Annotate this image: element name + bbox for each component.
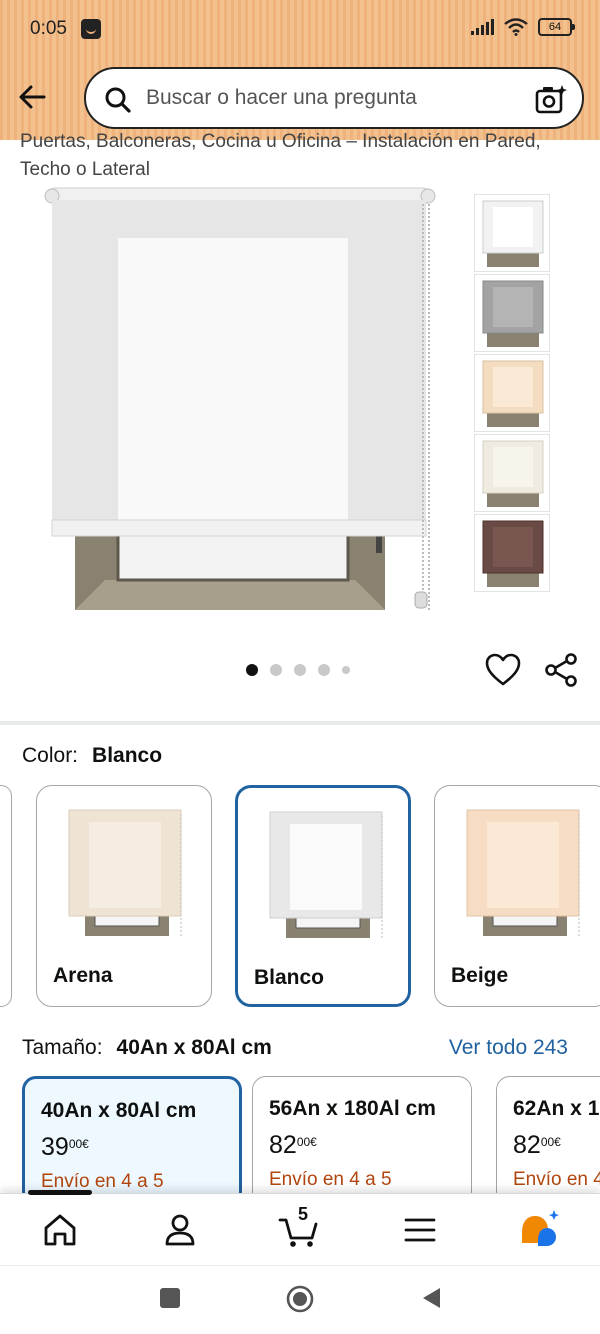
section-divider <box>0 721 600 725</box>
carousel-dot[interactable] <box>318 664 330 676</box>
heart-icon[interactable] <box>484 652 522 688</box>
product-main-image[interactable] <box>40 180 440 620</box>
size-option-title: 40An x 80Al cm <box>41 1099 197 1122</box>
color-selected-value: Blanco <box>92 744 163 767</box>
size-option-title: 56An x 180Al cm <box>269 1097 436 1120</box>
color-label: Color: <box>22 744 79 767</box>
back-system-icon[interactable] <box>420 1286 444 1310</box>
color-option-beige[interactable]: Beige <box>434 785 600 1007</box>
blind-image <box>466 809 580 938</box>
recent-apps-icon[interactable] <box>158 1286 182 1310</box>
back-arrow-icon[interactable] <box>14 78 52 116</box>
price-integer: 82 <box>513 1131 541 1159</box>
wifi-icon <box>504 18 528 36</box>
carousel-dot-active[interactable] <box>246 664 258 676</box>
size-option-title: 62An x 1 <box>513 1097 600 1120</box>
color-selector-label: Color: Blanco <box>22 744 162 768</box>
home-system-icon[interactable] <box>285 1284 315 1314</box>
color-option-blanco[interactable]: Blanco <box>235 785 411 1007</box>
price-decimal: 00 <box>296 1135 311 1149</box>
image-carousel-dots <box>246 664 350 676</box>
price-integer: 82 <box>269 1131 297 1159</box>
color-option-offscreen[interactable] <box>0 785 12 1007</box>
thumbnail-brown[interactable] <box>474 514 550 592</box>
search-placeholder: Buscar o hacer una pregunta <box>146 86 417 109</box>
rufus-ai-icon[interactable] <box>516 1206 564 1254</box>
cart-count: 5 <box>298 1204 309 1224</box>
account-icon[interactable] <box>156 1206 204 1254</box>
price-currency: € <box>310 1135 317 1149</box>
search-icon <box>105 87 131 113</box>
price-decimal: 00 <box>540 1135 555 1149</box>
color-option-label: Blanco <box>254 966 325 989</box>
size-option-card[interactable]: 40An x 80Al cm 3900€ Envío en 4 a 5 <box>22 1076 242 1206</box>
shipping-info: Envío en 4 <box>513 1169 600 1190</box>
size-label: Tamaño: <box>22 1036 103 1059</box>
size-option-price: 3900€ <box>41 1133 89 1162</box>
battery-icon: 64 <box>538 18 575 36</box>
blind-image <box>482 520 544 587</box>
thumbnail-cream[interactable] <box>474 434 550 512</box>
product-title: Puertas, Balconeras, Cocina u Oficina – … <box>20 131 541 180</box>
size-option-price: 8200€ <box>269 1131 317 1160</box>
camera-search-icon[interactable] <box>534 83 568 117</box>
price-currency: € <box>82 1137 89 1151</box>
app-header: 0:05 64 Buscar o hacer una pregunta <box>0 0 600 140</box>
blind-image <box>482 280 544 347</box>
signal-icon <box>471 19 494 35</box>
share-icon[interactable] <box>543 652 579 688</box>
size-option-card[interactable]: 56An x 180Al cm 8200€ Envío en 4 a 5 <box>252 1076 472 1206</box>
thumbnail-beige[interactable] <box>474 354 550 432</box>
price-currency: € <box>554 1135 561 1149</box>
nav-active-indicator <box>28 1190 92 1195</box>
size-option-price: 8200€ <box>513 1131 561 1160</box>
carousel-dot[interactable] <box>270 664 282 676</box>
see-all-sizes-link[interactable]: Ver todo 243 <box>449 1036 568 1060</box>
carousel-dot[interactable] <box>294 664 306 676</box>
price-integer: 39 <box>41 1133 69 1161</box>
blind-image <box>68 809 182 938</box>
home-icon[interactable] <box>36 1206 84 1254</box>
color-option-label: Beige <box>451 964 509 987</box>
blind-image <box>482 200 544 267</box>
cart-button[interactable]: 5 <box>276 1204 324 1254</box>
thumbnail-strip <box>474 194 552 594</box>
carousel-dot[interactable] <box>342 666 350 674</box>
thumbnail-white[interactable] <box>474 194 550 272</box>
blind-image <box>482 440 544 507</box>
shipping-info: Envío en 4 a 5 <box>269 1169 392 1190</box>
notification-app-icon <box>81 19 101 39</box>
system-navigation-bar <box>0 1265 600 1334</box>
size-selector-label: Tamaño: 40An x 80Al cm <box>22 1036 272 1060</box>
color-option-label: Arena <box>53 964 113 987</box>
status-time: 0:05 <box>30 18 67 39</box>
size-option-card[interactable]: 62An x 1 8200€ Envío en 4 <box>496 1076 600 1206</box>
price-decimal: 00 <box>68 1137 83 1151</box>
bottom-navigation: 5 <box>0 1190 600 1265</box>
blind-image <box>269 811 383 940</box>
size-selected-value: 40An x 80Al cm <box>116 1036 272 1059</box>
thumbnail-grey[interactable] <box>474 274 550 352</box>
blind-image <box>482 360 544 427</box>
color-option-arena[interactable]: Arena <box>36 785 212 1007</box>
menu-icon[interactable] <box>396 1206 444 1254</box>
status-icons: 64 <box>471 18 575 36</box>
search-input[interactable]: Buscar o hacer una pregunta <box>84 67 584 129</box>
